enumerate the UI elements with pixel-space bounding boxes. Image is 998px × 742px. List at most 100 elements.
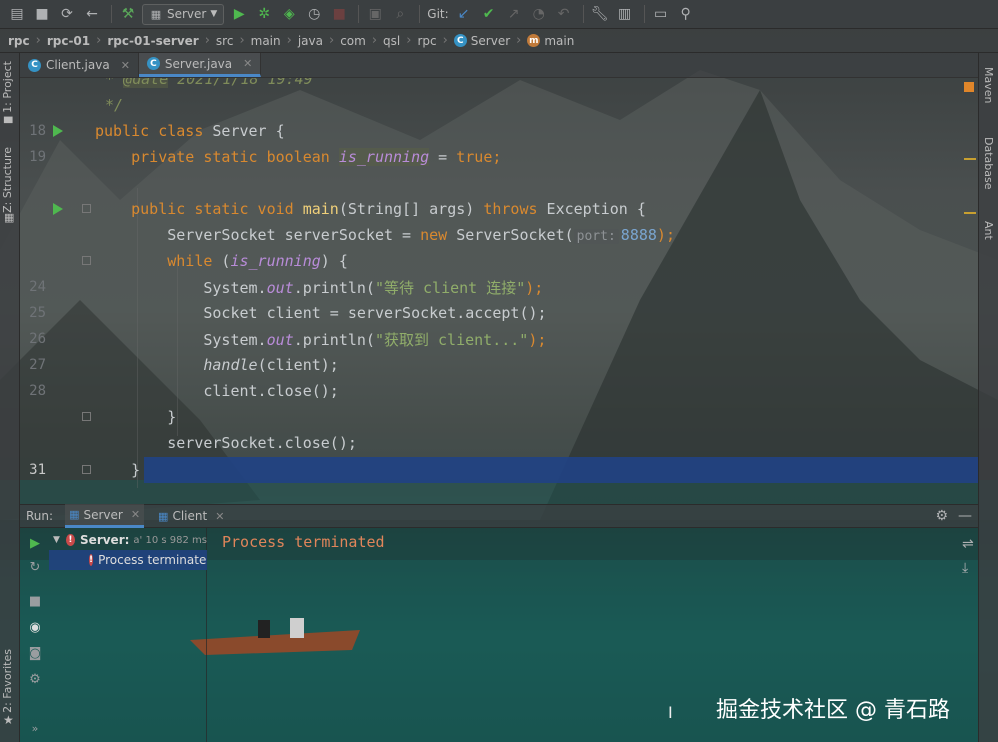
breadcrumb-item[interactable]: rpc-01-server <box>107 34 198 48</box>
tab-server-java[interactable]: C Server.java ✕ <box>138 53 262 77</box>
fold-icon[interactable] <box>82 412 91 421</box>
rerun-icon[interactable]: ▶ <box>27 536 43 552</box>
project-tool-tab[interactable]: 1: Project <box>1 61 14 113</box>
breadcrumb-item[interactable]: rpc <box>417 34 436 48</box>
rerun-failed-icon[interactable]: ↻ <box>27 560 43 576</box>
code-token: (client); <box>257 356 339 374</box>
class-icon: C <box>453 34 467 47</box>
git-history-icon[interactable]: ◔ <box>528 3 550 25</box>
error-icon: ! <box>89 554 94 566</box>
git-rollback-icon[interactable]: ↶ <box>553 3 575 25</box>
run-tab-client[interactable]: ▦ Client ✕ <box>154 504 228 528</box>
run-gutter-icon[interactable] <box>53 125 63 137</box>
eye-icon[interactable]: ◉ <box>27 620 43 636</box>
sync-icon[interactable]: ⟳ <box>56 3 78 25</box>
text-cursor-icon: I <box>668 703 673 722</box>
code-token: Socket client = serverSocket.accept(); <box>203 304 547 322</box>
breadcrumb-item[interactable]: rpc-01 <box>47 34 90 48</box>
favorites-tool-tab[interactable]: 2: Favorites <box>1 649 14 713</box>
save-icon[interactable]: ■ <box>31 3 53 25</box>
close-icon[interactable]: ✕ <box>121 59 130 72</box>
console-output[interactable]: Process terminated <box>222 533 385 551</box>
soft-wrap-icon[interactable]: ⇌ <box>962 536 974 552</box>
close-icon[interactable]: ✕ <box>243 57 252 70</box>
ant-tool-tab[interactable]: Ant <box>982 221 995 240</box>
run-tool-window-header: Run: ▦ Server ✕ ▦ Client ✕ ⚙ — <box>20 504 978 528</box>
breadcrumb-item[interactable]: rpc <box>8 34 30 48</box>
minimize-icon[interactable]: — <box>958 508 972 524</box>
method-call: handle <box>203 356 258 374</box>
star-icon: ★ <box>3 713 14 727</box>
run-tab-server[interactable]: ▦ Server ✕ <box>65 504 145 528</box>
settings-icon[interactable]: ⚙ <box>27 672 43 688</box>
more-icon[interactable]: » <box>27 722 43 738</box>
breadcrumb-item[interactable]: qsl <box>383 34 400 48</box>
build-hammer-icon[interactable]: ⚒ <box>117 3 139 25</box>
code-line-19: 19 private static boolean is_running = t… <box>20 144 978 170</box>
find-icon[interactable]: ⌕ <box>389 3 411 25</box>
back-icon[interactable]: ← <box>81 3 103 25</box>
attach-icon[interactable]: ▣ <box>364 3 386 25</box>
stop-icon[interactable]: ■ <box>27 594 43 610</box>
close-icon[interactable]: ✕ <box>215 510 224 523</box>
code-line-31: 31 } <box>20 457 978 483</box>
open-icon[interactable]: ▤ <box>6 3 28 25</box>
chevron-down-icon: ▼ <box>53 535 60 545</box>
tree-root-row[interactable]: ▼ ! Server: a' 10 s 982 ms <box>49 530 207 550</box>
tree-child-row[interactable]: ! Process terminated <box>49 550 207 570</box>
chevron-right-icon: › <box>516 33 522 48</box>
terminal-icon[interactable]: ▭ <box>650 3 672 25</box>
fold-icon[interactable] <box>82 204 91 213</box>
structure-tool-tab[interactable]: Z: Structure <box>1 147 14 213</box>
scroll-to-end-icon[interactable]: ⤓ <box>962 560 968 576</box>
stop-icon[interactable]: ■ <box>328 3 350 25</box>
tree-root-time: a' 10 s 982 ms <box>133 534 207 546</box>
code-line-24: 24 System.out.println("等待 client 连接"); <box>20 274 978 300</box>
code-editor[interactable]: * @date 2021/1/18 19:49 */ 18 public cla… <box>20 78 978 496</box>
chevron-right-icon: › <box>35 33 41 48</box>
code-line-18: 18 public class Server { <box>20 118 978 144</box>
tab-client-java[interactable]: C Client.java ✕ <box>20 53 139 77</box>
run-icon[interactable]: ▶ <box>228 3 250 25</box>
maven-tool-tab[interactable]: Maven <box>982 67 995 103</box>
debug-icon[interactable]: ✲ <box>253 3 275 25</box>
breadcrumb-item[interactable]: com <box>340 34 366 48</box>
run-config-label: Server <box>167 7 207 21</box>
breadcrumb-item-class[interactable]: C Server <box>453 34 510 48</box>
tree-root-label: Server: <box>80 533 130 547</box>
profile-icon[interactable]: ◷ <box>303 3 325 25</box>
field-name: out <box>266 278 294 297</box>
gear-icon[interactable]: ⚙ <box>935 508 948 524</box>
toolbar-divider <box>582 5 584 23</box>
chevron-right-icon: › <box>442 33 448 48</box>
chevron-right-icon: › <box>239 33 245 48</box>
git-update-icon[interactable]: ↙ <box>453 3 475 25</box>
run-gutter-icon[interactable] <box>53 203 63 215</box>
coverage-icon[interactable]: ◈ <box>278 3 300 25</box>
tab-label: Server.java <box>164 56 233 71</box>
breadcrumb-item[interactable]: java <box>298 34 323 48</box>
camera-icon[interactable]: ◙ <box>27 646 43 662</box>
fold-icon[interactable] <box>82 256 91 265</box>
keyword: true <box>456 148 493 166</box>
breadcrumb-item[interactable]: src <box>216 34 234 48</box>
project-structure-icon[interactable]: ▥ <box>614 3 636 25</box>
code-line-27: 27 handle(client); <box>20 352 978 378</box>
code-token: System. <box>203 278 267 297</box>
search-icon[interactable]: ⚲ <box>675 3 697 25</box>
breadcrumb-method-label: main <box>544 33 575 48</box>
database-tool-tab[interactable]: Database <box>982 137 995 190</box>
git-commit-icon[interactable]: ✔ <box>478 3 500 25</box>
run-configuration-dropdown[interactable]: ▦ Server ▼ <box>142 3 225 25</box>
fold-icon[interactable] <box>82 465 91 474</box>
keyword: public static void <box>131 200 294 218</box>
right-tool-strip: Maven Database Ant <box>978 53 998 742</box>
settings-wrench-icon[interactable]: 🔧︎ <box>589 3 611 25</box>
breadcrumb-item-method[interactable]: m main <box>527 34 574 48</box>
breadcrumb-item[interactable]: main <box>251 34 281 48</box>
git-push-icon[interactable]: ↗ <box>503 3 525 25</box>
code-token: .println( <box>293 278 375 297</box>
close-icon[interactable]: ✕ <box>131 508 140 521</box>
folder-icon: ▀ <box>4 117 13 130</box>
chevron-right-icon: › <box>204 33 210 48</box>
